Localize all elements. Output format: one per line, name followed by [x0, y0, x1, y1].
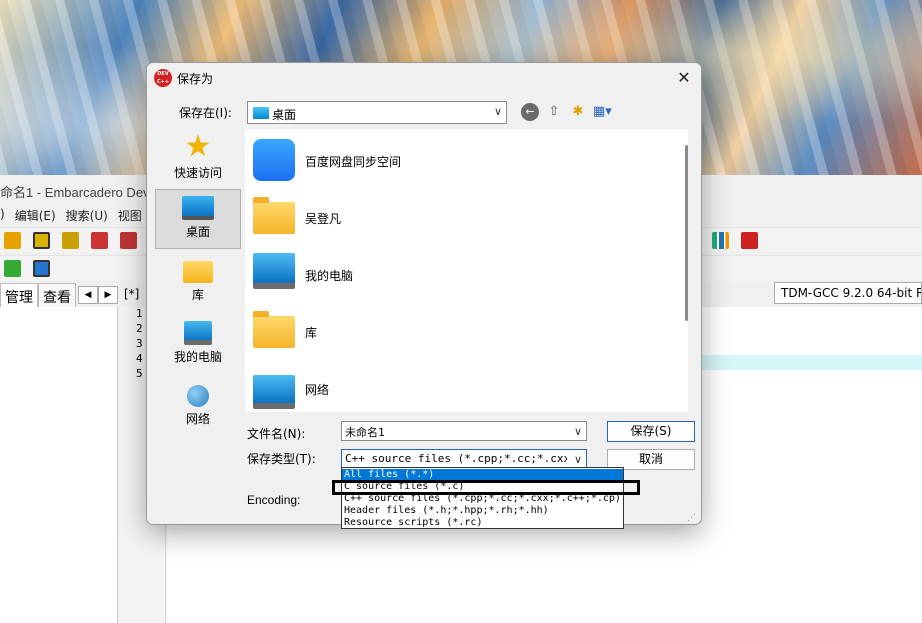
open-icon[interactable] [4, 232, 21, 249]
quick-access-icon: ★ [184, 129, 212, 164]
tab-scroll-left-icon[interactable]: ◀ [78, 286, 98, 304]
desktop-folder-icon [253, 107, 269, 119]
save-button[interactable]: 保存(S) [607, 421, 695, 442]
filetype-label: 保存类型(T): [247, 452, 316, 466]
list-item[interactable]: 百度网盘同步空间 [253, 137, 553, 187]
folder-icon [253, 197, 295, 234]
desktop-icon [182, 196, 214, 220]
view-menu-icon[interactable]: ▦▾ [593, 103, 612, 121]
compiler-select[interactable]: TDM-GCC 9.2.0 64-bit Re [774, 282, 922, 304]
encoding-label: Encoding: [247, 493, 301, 507]
dropdown-option[interactable]: Header files (*.h;*.hpp;*.rh;*.hh) [342, 505, 623, 517]
my-computer-icon [184, 321, 212, 345]
file-label: 吴登凡 [305, 212, 342, 226]
place-label: 桌面 [185, 225, 210, 239]
back-icon[interactable]: ← [521, 103, 539, 121]
list-item[interactable]: 网络 [253, 365, 553, 412]
nav-toolbar: ← ⇧ ✱ ▦▾ [521, 103, 612, 121]
dropdown-option[interactable]: Resource scripts (*.rc) [342, 517, 623, 529]
filename-label: 文件名(N): [247, 427, 306, 441]
dialog-titlebar[interactable]: DEV C++ 保存为 ✕ [147, 63, 701, 93]
list-item[interactable]: 我的电脑 [253, 251, 553, 301]
place-desktop[interactable]: 桌面 [155, 189, 241, 249]
save-in-label: 保存在(I): [179, 106, 232, 120]
annotation-highlight-box [332, 480, 640, 495]
list-item[interactable]: 库 [253, 308, 553, 358]
resize-grip-icon[interactable]: ⋰ [687, 513, 699, 523]
file-label: 网络 [305, 383, 330, 397]
tab-view[interactable]: 查看 [38, 283, 76, 307]
filename-input[interactable]: 未命名1 ∨ [341, 421, 587, 441]
baidu-netdisk-icon [253, 139, 295, 181]
new-folder-icon[interactable]: ✱ [569, 103, 587, 121]
places-bar: ★ 快速访问 桌面 库 我的电脑 网络 [155, 129, 241, 426]
debug-icon[interactable] [741, 232, 758, 249]
menu-file[interactable]: ) [0, 205, 5, 225]
place-label: 快速访问 [173, 166, 222, 180]
chevron-down-icon: ∨ [573, 425, 582, 438]
chevron-down-icon: ∨ [573, 453, 582, 466]
ide-title: 命名1 - Embarcadero Dev [0, 185, 150, 200]
editor-tab[interactable]: [*] [124, 287, 139, 301]
library-icon [183, 261, 213, 283]
network-icon [187, 385, 209, 407]
dialog-title: 保存为 [177, 72, 214, 86]
save-in-combo[interactable]: 桌面 ∨ [247, 101, 507, 124]
filetype-select[interactable]: C++ source files (*.cpp;*.cc;*.cxx;*. ∨ [341, 449, 587, 469]
menu-view[interactable]: 视图 [118, 205, 142, 225]
place-label: 我的电脑 [173, 350, 222, 364]
folder-icon [253, 311, 295, 348]
devcpp-app-icon: DEV C++ [154, 69, 172, 87]
place-network[interactable]: 网络 [155, 377, 241, 437]
tab-scroll-arrows: ◀ ▶ [78, 286, 118, 307]
tab-scroll-right-icon[interactable]: ▶ [98, 286, 118, 304]
close-file-icon[interactable] [91, 232, 108, 249]
file-list-scrollbar[interactable] [685, 145, 688, 321]
file-list[interactable]: 百度网盘同步空间 吴登凡 我的电脑 库 网络 [245, 129, 688, 412]
place-library[interactable]: 库 [155, 253, 241, 313]
ide-side-tabs: 管理 查看 ◀ ▶ [0, 283, 118, 307]
close-icon[interactable]: ✕ [669, 67, 699, 89]
project-icon[interactable] [33, 260, 50, 277]
save-as-dialog: DEV C++ 保存为 ✕ 保存在(I): 桌面 ∨ ← ⇧ ✱ ▦▾ ★ 快速… [146, 62, 702, 525]
place-label: 库 [191, 288, 204, 302]
filetype-dropdown: All files (*.*) C source files (*.c) C++… [341, 467, 624, 529]
file-label: 百度网盘同步空间 [305, 155, 402, 169]
menu-edit[interactable]: 编辑(E) [15, 205, 56, 225]
save-icon[interactable] [33, 232, 50, 249]
ide-menubar: ) 编辑(E) 搜索(U) 视图 [0, 205, 142, 225]
menu-search[interactable]: 搜索(U) [66, 205, 108, 225]
file-label: 我的电脑 [305, 269, 354, 283]
list-item[interactable]: 吴登凡 [253, 194, 553, 244]
up-folder-icon[interactable]: ⇧ [545, 103, 563, 121]
filetype-value: C++ source files (*.cpp;*.cc;*.cxx;*. [345, 452, 567, 465]
add-icon[interactable] [4, 260, 21, 277]
save-in-value: 桌面 [272, 108, 297, 122]
place-quick-access[interactable]: ★ 快速访问 [155, 129, 241, 189]
chart-icon[interactable] [712, 232, 729, 249]
tab-manage[interactable]: 管理 [0, 283, 38, 307]
save-all-icon[interactable] [62, 232, 79, 249]
chevron-down-icon: ∨ [493, 105, 502, 118]
computer-icon [253, 253, 295, 289]
network-icon [253, 375, 295, 409]
place-my-computer[interactable]: 我的电脑 [155, 315, 241, 375]
project-pane [0, 307, 118, 623]
file-label: 库 [305, 326, 318, 340]
close-all-icon[interactable] [120, 232, 137, 249]
filename-value: 未命名1 [345, 426, 385, 439]
place-label: 网络 [185, 412, 210, 426]
